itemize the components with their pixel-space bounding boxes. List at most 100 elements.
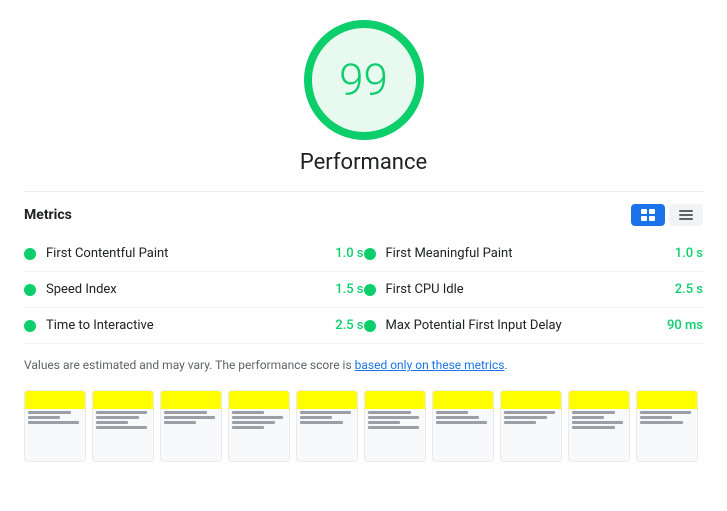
metric-value: 2.5 s [653, 282, 703, 297]
frame-content [297, 409, 357, 461]
frame-top [25, 391, 85, 409]
filmstrip-frame [296, 390, 358, 462]
frame-content [637, 409, 697, 461]
score-label: Performance [300, 150, 427, 175]
frame-content [433, 409, 493, 461]
frame-top [365, 391, 425, 409]
frame-line [572, 416, 604, 419]
metric-dot [364, 248, 376, 260]
frame-line [232, 426, 264, 429]
filmstrip-frame [568, 390, 630, 462]
frame-line [164, 411, 207, 414]
frame-top [637, 391, 697, 409]
metric-value: 1.0 s [314, 246, 364, 261]
metric-name: First CPU Idle [386, 282, 654, 297]
filmstrip-frame [364, 390, 426, 462]
filmstrip-frame [432, 390, 494, 462]
frame-line [96, 411, 147, 414]
frame-line [436, 421, 487, 424]
frame-line [504, 411, 555, 414]
metric-row: First Contentful Paint 1.0 s [24, 236, 364, 272]
frame-line [232, 411, 264, 414]
metric-row: First Meaningful Paint 1.0 s [364, 236, 704, 272]
frame-line [300, 416, 332, 419]
frame-line [368, 416, 419, 419]
filmstrip-frame [636, 390, 698, 462]
frame-line [164, 416, 215, 419]
frame-content [229, 409, 289, 461]
metric-dot [24, 284, 36, 296]
frame-line [300, 421, 343, 424]
frame-line [572, 426, 615, 429]
list-view-button[interactable] [631, 204, 665, 226]
metric-row: Speed Index 1.5 s [24, 272, 364, 308]
bars-icon [679, 210, 693, 220]
metric-value: 1.0 s [653, 246, 703, 261]
filmstrip [24, 390, 703, 462]
frame-line [96, 421, 128, 424]
metrics-title: Metrics [24, 207, 72, 223]
metric-name: Speed Index [46, 282, 314, 297]
frame-line [232, 421, 275, 424]
frame-line [164, 421, 196, 424]
frame-line [28, 416, 60, 419]
score-section: 99 Performance [24, 20, 703, 175]
frame-top [229, 391, 289, 409]
filmstrip-frame [24, 390, 86, 462]
metrics-link[interactable]: based only on these metrics [355, 358, 505, 372]
metric-dot [364, 320, 376, 332]
frame-line [640, 411, 691, 414]
filmstrip-frame [160, 390, 222, 462]
metric-row: Max Potential First Input Delay 90 ms [364, 308, 704, 344]
frame-line [436, 411, 468, 414]
grid-view-button[interactable] [669, 204, 703, 226]
metric-row: Time to Interactive 2.5 s [24, 308, 364, 344]
frame-line [96, 416, 139, 419]
frame-line [504, 421, 536, 424]
frame-line [368, 421, 400, 424]
filmstrip-frame [500, 390, 562, 462]
metric-value: 90 ms [653, 318, 703, 333]
metric-name: Max Potential First Input Delay [386, 318, 654, 333]
frame-line [572, 421, 623, 424]
frame-content [93, 409, 153, 461]
score-value: 99 [339, 54, 388, 106]
filmstrip-frame [92, 390, 154, 462]
metric-name: First Contentful Paint [46, 246, 314, 261]
metric-dot [24, 248, 36, 260]
metrics-section: Metrics First Contentful Paint 1.0 s Fir [24, 191, 703, 344]
metric-dot [364, 284, 376, 296]
frame-line [368, 426, 419, 429]
metric-value: 1.5 s [314, 282, 364, 297]
metric-name: First Meaningful Paint [386, 246, 654, 261]
note-text-after: . [504, 358, 507, 372]
metrics-grid: First Contentful Paint 1.0 s First Meani… [24, 236, 703, 344]
metric-name: Time to Interactive [46, 318, 314, 333]
score-circle: 99 [304, 20, 424, 140]
frame-content [25, 409, 85, 461]
note-text-before: Values are estimated and may vary. The p… [24, 358, 355, 372]
frame-top [433, 391, 493, 409]
frame-line [96, 426, 147, 429]
view-toggle [631, 204, 703, 226]
frame-line [232, 416, 283, 419]
metric-row: First CPU Idle 2.5 s [364, 272, 704, 308]
frame-content [569, 409, 629, 461]
frame-line [640, 416, 672, 419]
frame-top [93, 391, 153, 409]
frame-line [28, 421, 79, 424]
metric-dot [24, 320, 36, 332]
frame-line [504, 416, 547, 419]
filmstrip-frame [228, 390, 290, 462]
metric-value: 2.5 s [314, 318, 364, 333]
frame-line [368, 411, 411, 414]
frame-line [300, 411, 351, 414]
frame-content [161, 409, 221, 461]
frame-line [572, 411, 615, 414]
frame-content [365, 409, 425, 461]
frame-top [501, 391, 561, 409]
frame-line [436, 416, 479, 419]
frame-line [640, 421, 683, 424]
note: Values are estimated and may vary. The p… [24, 356, 703, 374]
frame-line [28, 411, 71, 414]
